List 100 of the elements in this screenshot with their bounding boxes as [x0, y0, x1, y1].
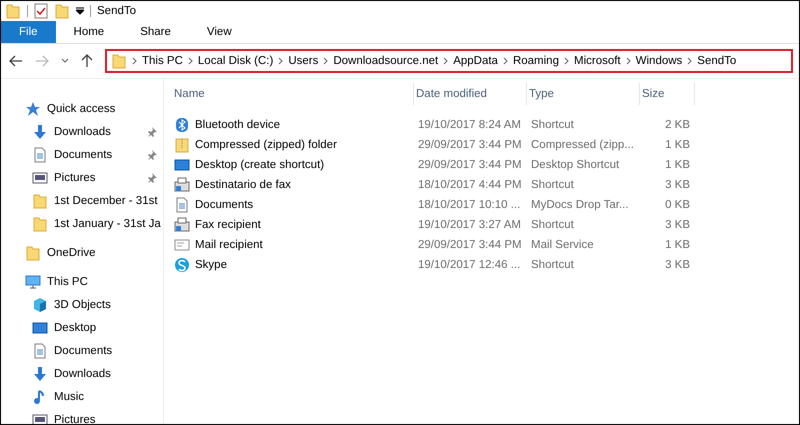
- up-arrow-icon[interactable]: [81, 54, 93, 68]
- sidebar-item[interactable]: Downloads: [1, 120, 163, 143]
- chevron-right-icon: [687, 57, 692, 65]
- folder-icon: [32, 192, 48, 208]
- breadcrumb[interactable]: Windows: [636, 55, 682, 67]
- size-cell-text: 3 KB: [664, 179, 690, 191]
- sidebar-item[interactable]: OneDrive: [1, 241, 163, 264]
- sidebar-item[interactable]: 3D Objects: [1, 293, 163, 316]
- date-cell-text: 29/09/2017 3:44 PM: [417, 239, 523, 251]
- type-cell-text: Shortcut: [530, 119, 575, 131]
- folder-icon: [54, 3, 70, 19]
- back-arrow-icon[interactable]: [9, 55, 23, 67]
- breadcrumb[interactable]: AppData: [453, 55, 498, 67]
- document-icon: [174, 197, 190, 213]
- size-cell-text: 1 KB: [664, 139, 690, 151]
- folder-icon: [5, 3, 21, 19]
- date-cell-text: 19/10/2017 8:24 AM: [417, 119, 522, 131]
- sidebar-item[interactable]: Documents: [1, 143, 163, 166]
- bluetooth-icon: [174, 117, 190, 133]
- size-cell-text: 3 KB: [664, 259, 690, 271]
- date-cell-text: 18/10/2017 10:10 ...: [417, 199, 522, 211]
- sidebar-item[interactable]: Pictures: [1, 166, 163, 189]
- star-icon: [25, 100, 41, 116]
- down-arrow-icon: [32, 124, 48, 140]
- sidebar-item[interactable]: Downloads: [1, 362, 163, 385]
- document-icon: [32, 146, 48, 162]
- chevron-right-icon: [564, 57, 569, 65]
- column-header[interactable]: Type: [527, 83, 640, 105]
- sidebar-item[interactable]: Quick access: [1, 97, 163, 120]
- size-cell-text: 1 KB: [664, 159, 690, 171]
- down-arrow-icon: [32, 366, 48, 382]
- type-cell-text: Shortcut: [530, 179, 575, 191]
- size-cell-text: 1 KB: [664, 239, 690, 251]
- chevron-right-icon: [323, 57, 328, 65]
- type-cell-text: Mail Service: [530, 239, 595, 251]
- type-cell-text: Compressed (zipp...: [530, 139, 635, 151]
- breadcrumb[interactable]: Users: [288, 55, 318, 67]
- zip-folder-icon: [174, 137, 190, 153]
- sidebar-item[interactable]: Pictures: [1, 408, 163, 424]
- breadcrumb[interactable]: This PC: [142, 55, 183, 67]
- document-icon: [32, 342, 48, 358]
- fax-icon: [174, 217, 190, 233]
- chevron-down-icon[interactable]: [61, 58, 69, 64]
- folder-icon: [32, 216, 48, 232]
- breadcrumb[interactable]: SendTo: [697, 55, 736, 67]
- file-name[interactable]: Destinatario de fax: [172, 177, 414, 193]
- date-cell-text: 19/10/2017 12:46 ...: [417, 259, 522, 271]
- breadcrumb[interactable]: Roaming: [512, 55, 559, 67]
- size-cell-text: 0 KB: [664, 199, 690, 211]
- type-cell-text: MyDocs Drop Tar...: [530, 199, 630, 211]
- monitor-icon: [25, 274, 41, 290]
- chevron-right-icon: [278, 57, 284, 65]
- chevron-right-icon: [626, 57, 631, 65]
- column-header[interactable]: Size: [640, 83, 695, 105]
- size-cell-text: 2 KB: [664, 119, 690, 131]
- file-name[interactable]: Mail recipient: [172, 237, 414, 253]
- file-name[interactable]: Skype: [172, 257, 414, 273]
- ribbon-tab[interactable]: Share: [122, 21, 189, 43]
- skype-icon: [174, 257, 190, 273]
- breadcrumb[interactable]: Microsoft: [574, 55, 621, 67]
- sidebar-item[interactable]: This PC: [1, 270, 163, 293]
- date-cell-text: 29/09/2017 3:44 PM: [417, 159, 523, 171]
- sidebar-item[interactable]: Documents: [1, 339, 163, 362]
- file-name[interactable]: Compressed (zipped) folder: [172, 137, 414, 153]
- column-header[interactable]: Date modified: [414, 83, 527, 105]
- file-name[interactable]: Fax recipient: [172, 217, 414, 233]
- breadcrumb[interactable]: Downloadsource.net: [333, 55, 438, 67]
- sidebar-item[interactable]: Music: [1, 385, 163, 408]
- cube-icon: [32, 296, 48, 312]
- file-name[interactable]: Documents: [172, 197, 414, 213]
- dropdown-icon[interactable]: [76, 7, 84, 15]
- type-cell-text: Shortcut: [530, 259, 575, 271]
- chevron-right-icon: [443, 57, 448, 65]
- folder-icon: [25, 244, 41, 260]
- breadcrumb[interactable]: Local Disk (C:): [198, 55, 274, 67]
- address-bar[interactable]: This PC Local Disk (C:) Users Downloadsource.net AppData Roaming Microsoft Windows SendTo: [105, 49, 793, 73]
- fax-icon: [174, 177, 190, 193]
- size-cell-text: 3 KB: [664, 219, 690, 231]
- chevron-right-icon: [132, 57, 137, 65]
- chevron-right-icon: [188, 57, 193, 65]
- file-name[interactable]: Desktop (create shortcut): [172, 157, 414, 173]
- sidebar-item[interactable]: 1st December - 31st: [1, 189, 163, 212]
- ribbon-tab[interactable]: View: [188, 21, 250, 43]
- folder-icon: [111, 53, 127, 69]
- file-name[interactable]: Bluetooth device: [172, 117, 414, 133]
- date-cell-text: 29/09/2017 3:44 PM: [417, 139, 523, 151]
- checklist-icon[interactable]: [34, 3, 48, 19]
- date-cell-text: 18/10/2017 4:44 PM: [417, 179, 523, 191]
- desktop-icon: [174, 157, 190, 173]
- sidebar-item[interactable]: 1st January - 31st Ja: [1, 212, 163, 235]
- type-cell-text: Desktop Shortcut: [530, 159, 620, 171]
- date-cell-text: 19/10/2017 3:27 AM: [417, 219, 522, 231]
- picture-icon: [32, 170, 48, 186]
- envelope-icon: [174, 237, 190, 253]
- sidebar-item[interactable]: Desktop: [1, 316, 163, 339]
- window-title: SendTo: [97, 5, 136, 17]
- column-header[interactable]: Name: [172, 83, 414, 105]
- type-cell-text: Shortcut: [530, 219, 575, 231]
- ribbon-tab[interactable]: Home: [56, 21, 122, 43]
- ribbon-tab[interactable]: File: [1, 21, 56, 43]
